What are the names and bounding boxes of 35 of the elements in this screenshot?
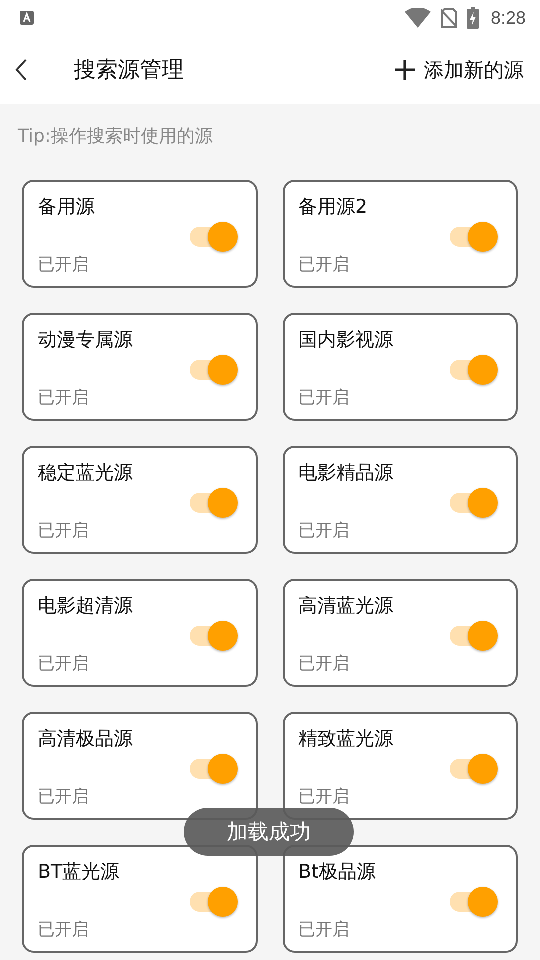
- status-text: 已开启: [298, 387, 350, 409]
- tip-text: Tip:操作搜索时使用的源: [18, 125, 214, 149]
- status-text: 已开启: [298, 786, 350, 808]
- source-name: 高清极品源: [38, 727, 134, 752]
- source-name: 备用源: [38, 195, 96, 220]
- source-name: Bt极品源: [298, 860, 377, 885]
- wifi-icon: [404, 8, 431, 28]
- status-text: 已开启: [38, 520, 89, 542]
- source-name: 精致蓝光源: [298, 727, 394, 752]
- status-text: 已开启: [38, 919, 89, 941]
- page-title: 搜索源管理: [74, 57, 185, 85]
- app-notification-icon: [19, 10, 35, 26]
- source-name: 国内影视源: [298, 328, 394, 353]
- source-name: 电影超清源: [38, 594, 134, 619]
- back-button[interactable]: [14, 58, 28, 82]
- toast-message: 加载成功: [184, 808, 354, 856]
- source-name: BT蓝光源: [38, 860, 121, 885]
- add-source-button[interactable]: 添加新的源: [394, 56, 524, 84]
- source-name: 稳定蓝光源: [38, 461, 134, 486]
- no-sim-icon: [440, 8, 457, 28]
- clock: 8:28: [490, 8, 526, 28]
- status-text: 已开启: [298, 653, 350, 675]
- source-name: 动漫专属源: [38, 328, 134, 353]
- status-text: 已开启: [298, 919, 350, 941]
- plus-icon: [394, 59, 416, 81]
- status-text: 已开启: [38, 786, 89, 808]
- source-name: 电影精品源: [298, 461, 394, 486]
- source-name: 高清蓝光源: [298, 594, 394, 619]
- status-text: 已开启: [38, 653, 89, 675]
- source-name: 备用源2: [298, 195, 369, 220]
- status-text: 已开启: [298, 520, 350, 542]
- battery-charging-icon: [466, 7, 479, 29]
- status-text: 已开启: [298, 254, 350, 276]
- status-text: 已开启: [38, 254, 89, 276]
- status-text: 已开启: [38, 387, 89, 409]
